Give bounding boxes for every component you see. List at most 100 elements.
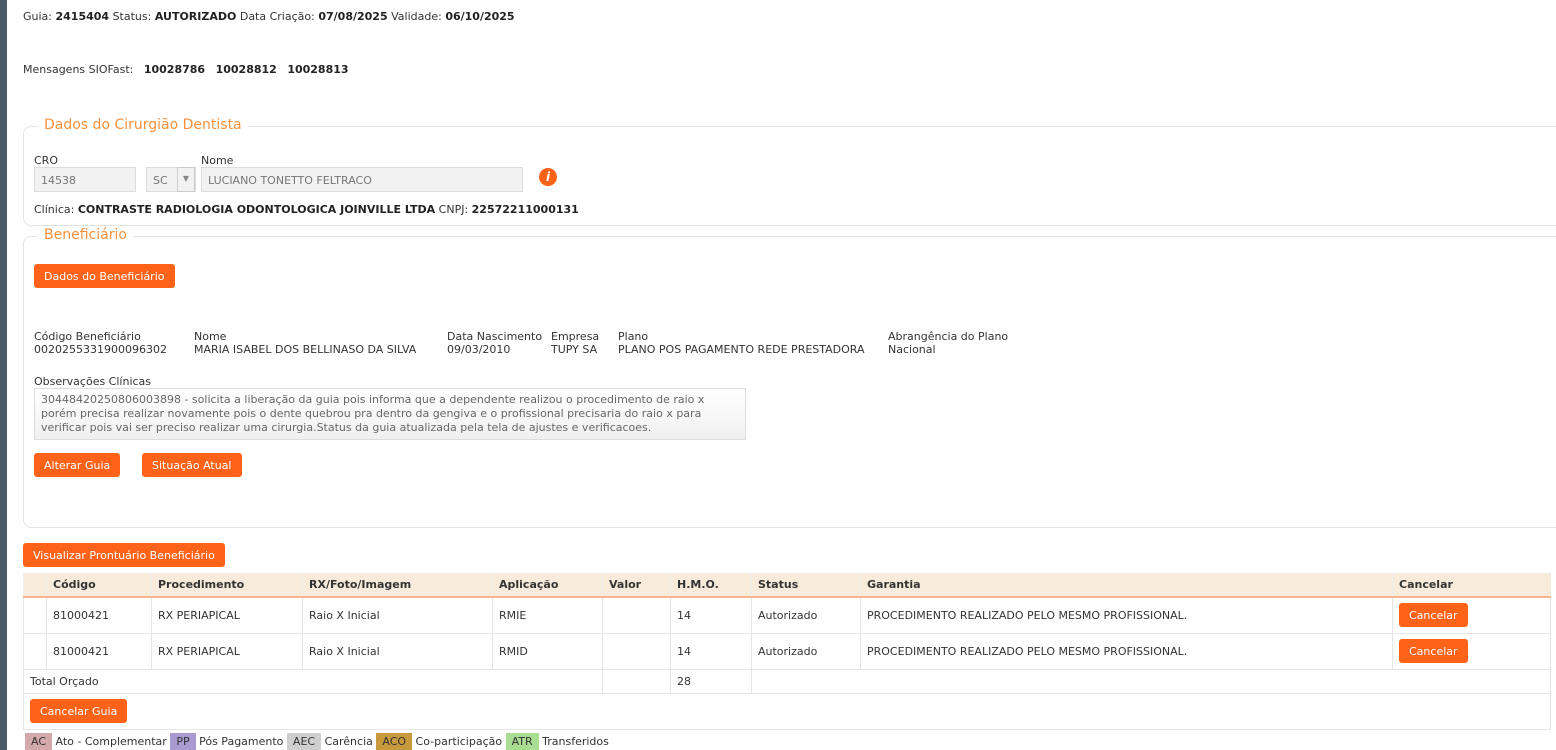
cancelar-item-button[interactable]: Cancelar [1399,639,1468,663]
legend-label: Pós Pagamento [199,735,284,748]
uf-select[interactable]: SC ▼ [146,167,196,192]
field-label: Abrangência do Plano [888,330,1009,343]
total-valor [602,668,671,694]
field-value: 0020255331900096302 [34,343,167,356]
col-header-rx: RX/Foto/Imagem [302,573,493,598]
field-label: Nome [194,330,227,343]
field-value: TUPY SA [551,343,598,356]
cell [23,632,47,670]
field-label: Código Beneficiário [34,330,141,343]
cell-aplicacao: RMIE [492,596,603,634]
field-value: PLANO POS PAGAMENTO REDE PRESTADORA [618,343,865,356]
beneficiario-fieldset: Beneficiário [23,227,1556,528]
cell-cancelar: Cancelar [1392,632,1551,670]
cell-status: Autorizado [751,596,861,634]
legend-code-pp: PP [170,733,196,750]
total-label: Total Orçado [23,668,603,694]
mensagem-id[interactable]: 10028786 [144,63,205,76]
cell-hmo: 14 [670,596,752,634]
field-codigo: Código Beneficiário 0020255331900096302 [34,330,167,356]
cell-procedimento: RX PERIAPICAL [151,596,303,634]
field-empresa: Empresa TUPY SA [551,330,599,356]
procedimentos-table: Código Procedimento RX/Foto/Imagem Aplic… [23,573,1551,730]
legend-label: Carência [324,735,373,748]
field-nascimento: Data Nascimento 09/03/2010 [447,330,542,356]
field-abrangencia: Abrangência do Plano Nacional [888,330,1008,356]
beneficiario-legend: Beneficiário [38,227,133,243]
col-header-hmo: H.M.O. [670,573,752,598]
cell [23,596,47,634]
cro-label: CRO [34,154,58,167]
validade-value: 06/10/2025 [445,10,515,23]
cancelar-guia-button[interactable]: Cancelar Guia [30,699,128,723]
validade-label: Validade: [391,10,442,23]
mensagem-id[interactable]: 10028813 [287,63,348,76]
field-value: MARIA ISABEL DOS BELLINASO DA SILVA [194,343,417,356]
col-header-codigo: Código [46,573,152,598]
status-legend: AC Ato - Complementar PP Pós Pagamento A… [25,733,609,750]
col-header-procedimento: Procedimento [151,573,303,598]
col-header-status: Status [751,573,861,598]
col-header-aplicacao: Aplicação [492,573,603,598]
cancelar-item-button[interactable]: Cancelar [1399,603,1468,628]
col-header-valor: Valor [602,573,671,598]
cnpj-label: CNPJ: [438,203,469,216]
legend-label: Co-participação [415,735,503,748]
field-value: Nacional [888,343,936,356]
table-row: 81000421 RX PERIAPICAL Raio X Inicial RM… [23,632,1551,670]
field-label: Data Nascimento [447,330,543,343]
criacao-value: 07/08/2025 [318,10,388,23]
legend-code-atr: ATR [505,733,539,750]
total-rest [751,668,1551,694]
situacao-atual-button[interactable]: Situação Atual [142,453,242,477]
cell-hmo: 14 [670,632,752,670]
field-label: Empresa [551,330,600,343]
cell-aplicacao: RMID [492,632,603,670]
field-plano: Plano PLANO POS PAGAMENTO REDE PRESTADORA [618,330,865,356]
cell-procedimento: RX PERIAPICAL [151,632,303,670]
mensagem-id[interactable]: 10028812 [216,63,277,76]
nome-input[interactable]: LUCIANO TONETTO FELTRACO [201,167,523,192]
status-label: Status: [112,10,152,23]
legend-code-ac: AC [25,733,53,750]
field-nome: Nome MARIA ISABEL DOS BELLINASO DA SILVA [194,330,416,356]
cell-valor [602,596,671,634]
table-header: Código Procedimento RX/Foto/Imagem Aplic… [23,573,1551,598]
dentista-legend: Dados do Cirurgião Dentista [38,117,248,133]
cell-codigo: 81000421 [46,596,152,634]
guia-header: Guia: 2415404 Status: AUTORIZADO Data Cr… [23,10,515,23]
info-icon[interactable]: i [539,168,557,186]
field-value: 09/03/2010 [447,343,511,356]
alterar-guia-button[interactable]: Alterar Guia [34,453,121,477]
clinica-value: CONTRASTE RADIOLOGIA ODONTOLOGICA JOINVI… [77,203,436,216]
cell-garantia: PROCEDIMENTO REALIZADO PELO MESMO PROFIS… [860,632,1393,670]
cnpj-value: 22572211000131 [471,203,579,216]
guia-number: 2415404 [55,10,110,23]
cell-garantia: PROCEDIMENTO REALIZADO PELO MESMO PROFIS… [860,596,1393,634]
cell-status: Autorizado [751,632,861,670]
total-hmo: 28 [670,668,752,694]
cell-rx: Raio X Inicial [302,596,493,634]
guia-label: Guia: [23,10,52,23]
total-row: Total Orçado 28 [23,668,1551,694]
cell-codigo: 81000421 [46,632,152,670]
field-label: Plano [618,330,649,343]
mensagens-siofast: Mensagens SIOFast: 10028786 10028812 100… [23,63,349,76]
observacoes-label: Observações Clínicas [34,375,152,388]
legend-code-aco: ACO [376,733,413,750]
visualizar-prontuario-button[interactable]: Visualizar Prontuário Beneficiário [23,543,225,567]
mensagens-label: Mensagens SIOFast: [23,63,134,76]
chevron-down-icon[interactable]: ▼ [177,167,195,192]
cro-input[interactable]: 14538 [34,167,136,192]
table-row: 81000421 RX PERIAPICAL Raio X Inicial RM… [23,596,1551,634]
col-header-garantia: Garantia [860,573,1393,598]
observacoes-textarea[interactable]: 30448420250806003898 - solicita a libera… [34,388,746,440]
dados-beneficiario-button[interactable]: Dados do Beneficiário [34,264,175,288]
clinica-label: Clínica: [34,203,75,216]
legend-label: Transferidos [542,735,609,748]
left-sidebar-edge [0,0,7,750]
cell-rx: Raio X Inicial [302,632,493,670]
col-header [23,573,47,598]
cancelar-guia-row: Cancelar Guia [23,692,1551,730]
uf-value: SC [153,174,168,187]
